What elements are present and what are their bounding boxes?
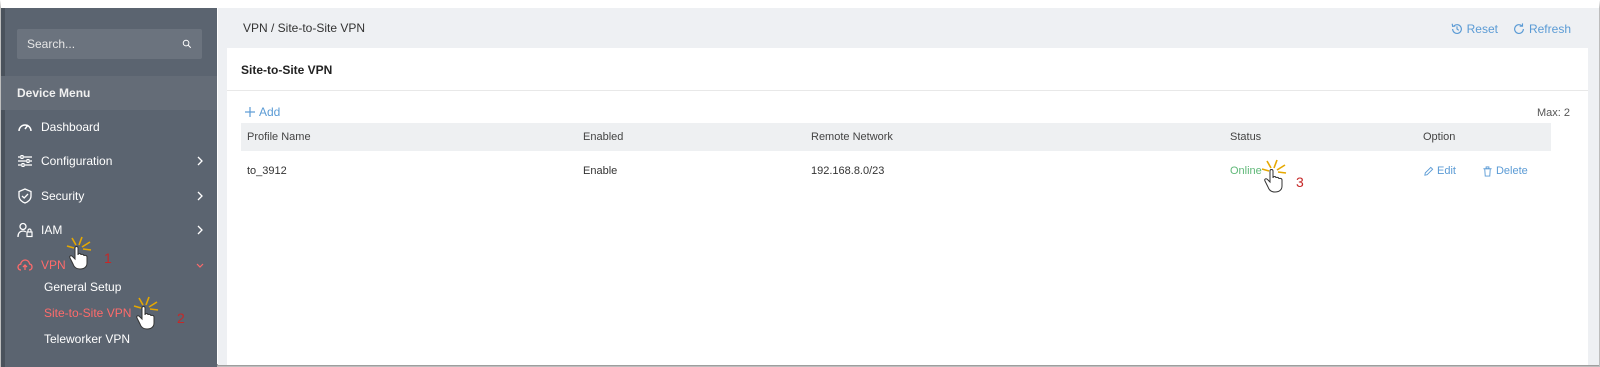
vpn-card: Site-to-Site VPN Add Max: 2 Profile Name…	[227, 48, 1588, 365]
option-cell: Edit Delete	[1423, 151, 1554, 191]
delete-label: Delete	[1495, 165, 1528, 177]
shield-check-icon	[17, 188, 33, 204]
annotation-number: 3	[1296, 174, 1304, 190]
sidebar-item-configuration[interactable]: Configuration	[1, 144, 217, 178]
table-header: Profile Name Enabled Remote Network Stat…	[241, 123, 1551, 151]
refresh-button[interactable]: Refresh	[1512, 22, 1571, 36]
plus-icon	[245, 107, 255, 117]
refresh-label: Refresh	[1528, 22, 1571, 36]
hand-pointer-icon	[133, 296, 159, 330]
card-title: Site-to-Site VPN	[241, 63, 333, 77]
edit-button[interactable]: Edit	[1423, 165, 1456, 177]
cloud-upload-icon	[17, 257, 33, 273]
chevron-down-icon	[196, 263, 204, 268]
edit-label: Edit	[1437, 165, 1456, 177]
sidebar-item-iam[interactable]: IAM	[1, 213, 217, 247]
breadcrumb: VPN / Site-to-Site VPN	[218, 8, 1599, 48]
chevron-right-icon	[197, 225, 203, 235]
sliders-icon	[17, 153, 33, 169]
divider	[227, 90, 1588, 91]
sidebar-item-label: Configuration	[41, 154, 113, 168]
enabled-cell: Enable	[583, 165, 618, 177]
column-header: Enabled	[583, 131, 624, 143]
sidebar-item-label: IAM	[41, 223, 63, 237]
sidebar-subitem-site-to-site-vpn[interactable]: Site-to-Site VPN	[44, 306, 131, 320]
status-cell[interactable]: Online	[1230, 151, 1262, 191]
pencil-icon	[1424, 166, 1434, 176]
sidebar-subitem-general-setup[interactable]: General Setup	[44, 280, 121, 294]
search-box[interactable]	[17, 29, 202, 59]
trash-icon	[1483, 165, 1492, 177]
table-body: to_3912 Enable 192.168.8.0/23 Online Edi…	[241, 151, 1551, 191]
refresh-icon	[1514, 23, 1524, 34]
column-header: Remote Network	[811, 131, 893, 143]
column-header: Option	[1423, 131, 1456, 143]
max-count: Max: 2	[1536, 107, 1570, 119]
sidebar-item-label: Dashboard	[41, 120, 100, 134]
search-input[interactable]	[27, 37, 182, 51]
sidebar-item-dashboard[interactable]: Dashboard	[1, 110, 217, 144]
search-icon[interactable]	[182, 37, 192, 51]
dashboard-icon	[17, 119, 33, 135]
chevron-right-icon	[197, 191, 203, 201]
table-row: to_3912 Enable 192.168.8.0/23 Online Edi…	[241, 151, 1551, 191]
delete-button[interactable]: Delete	[1482, 165, 1528, 177]
add-label: Add	[259, 105, 281, 119]
main-content: VPN / Site-to-Site VPN Reset Refresh Sit…	[218, 8, 1599, 365]
reset-label: Reset	[1466, 22, 1498, 36]
annotation-number: 1	[104, 250, 112, 266]
sidebar-item-security[interactable]: Security	[1, 179, 217, 213]
profile-name-cell: to_3912	[247, 165, 287, 177]
sidebar-subitem-teleworker-vpn[interactable]: Teleworker VPN	[44, 332, 130, 346]
sidebar-item-label: VPN	[41, 258, 66, 272]
vpn-table: Profile Name Enabled Remote Network Stat…	[241, 123, 1551, 191]
remote-network-cell: 192.168.8.0/23	[811, 165, 885, 177]
column-header: Profile Name	[247, 131, 311, 143]
device-menu-header: Device Menu	[1, 76, 217, 110]
sidebar-item-label: Security	[41, 189, 85, 203]
history-icon	[1451, 23, 1462, 34]
breadcrumb-text: VPN / Site-to-Site VPN	[243, 21, 366, 35]
hand-pointer-icon	[66, 236, 92, 270]
column-header: Status	[1230, 131, 1262, 143]
hand-pointer-icon	[1261, 159, 1287, 193]
user-lock-icon	[17, 222, 33, 238]
chevron-right-icon	[197, 156, 203, 166]
add-button[interactable]: Add	[245, 105, 280, 119]
header-actions: Reset Refresh	[1450, 22, 1571, 36]
annotation-number: 2	[177, 310, 185, 326]
reset-button[interactable]: Reset	[1450, 22, 1498, 36]
